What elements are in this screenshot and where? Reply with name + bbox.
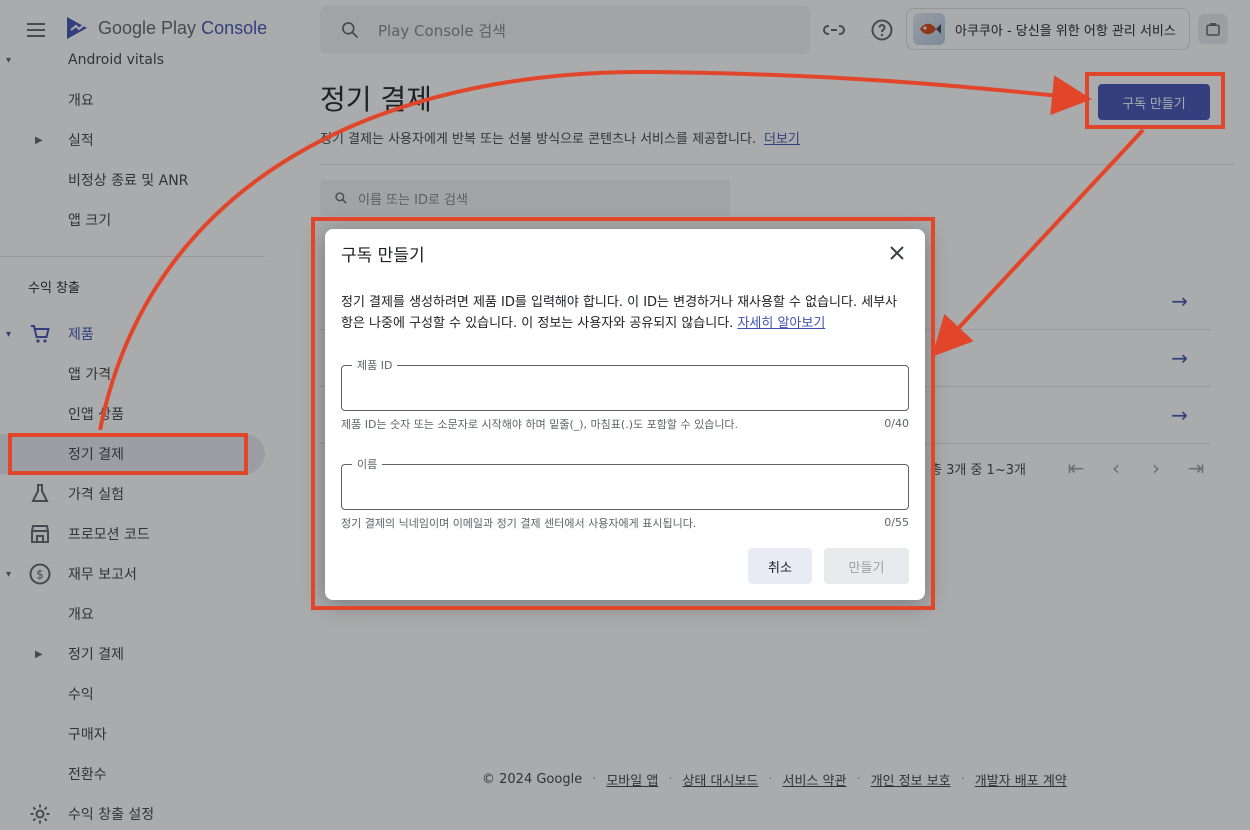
create-button[interactable]: 만들기 — [824, 548, 909, 584]
product-id-field[interactable]: 제품 ID — [341, 357, 909, 411]
dialog-title: 구독 만들기 — [341, 246, 425, 266]
create-subscription-dialog: 구독 만들기 정기 결제를 생성하려면 제품 ID를 입력해야 합니다. 이 I… — [325, 229, 925, 600]
learn-more-link[interactable]: 자세히 알아보기 — [737, 316, 825, 331]
name-input[interactable] — [342, 465, 908, 509]
cancel-button[interactable]: 취소 — [748, 548, 812, 584]
product-id-char-count: 0/40 — [884, 417, 909, 430]
name-label: 이름 — [352, 456, 383, 472]
dialog-description: 정기 결제를 생성하려면 제품 ID를 입력해야 합니다. 이 ID는 변경하거… — [341, 292, 909, 334]
product-id-hint: 제품 ID는 숫자 또는 소문자로 시작해야 하며 밑줄(_), 마침표(.)도… — [341, 418, 739, 431]
name-char-count: 0/55 — [884, 516, 909, 529]
name-hint: 정기 결제의 닉네임이며 이메일과 정기 결제 센터에서 사용자에게 표시됩니다… — [341, 517, 697, 530]
product-id-input[interactable] — [342, 366, 908, 410]
close-icon[interactable] — [885, 241, 909, 265]
product-id-label: 제품 ID — [352, 357, 398, 373]
name-field[interactable]: 이름 — [341, 456, 909, 510]
